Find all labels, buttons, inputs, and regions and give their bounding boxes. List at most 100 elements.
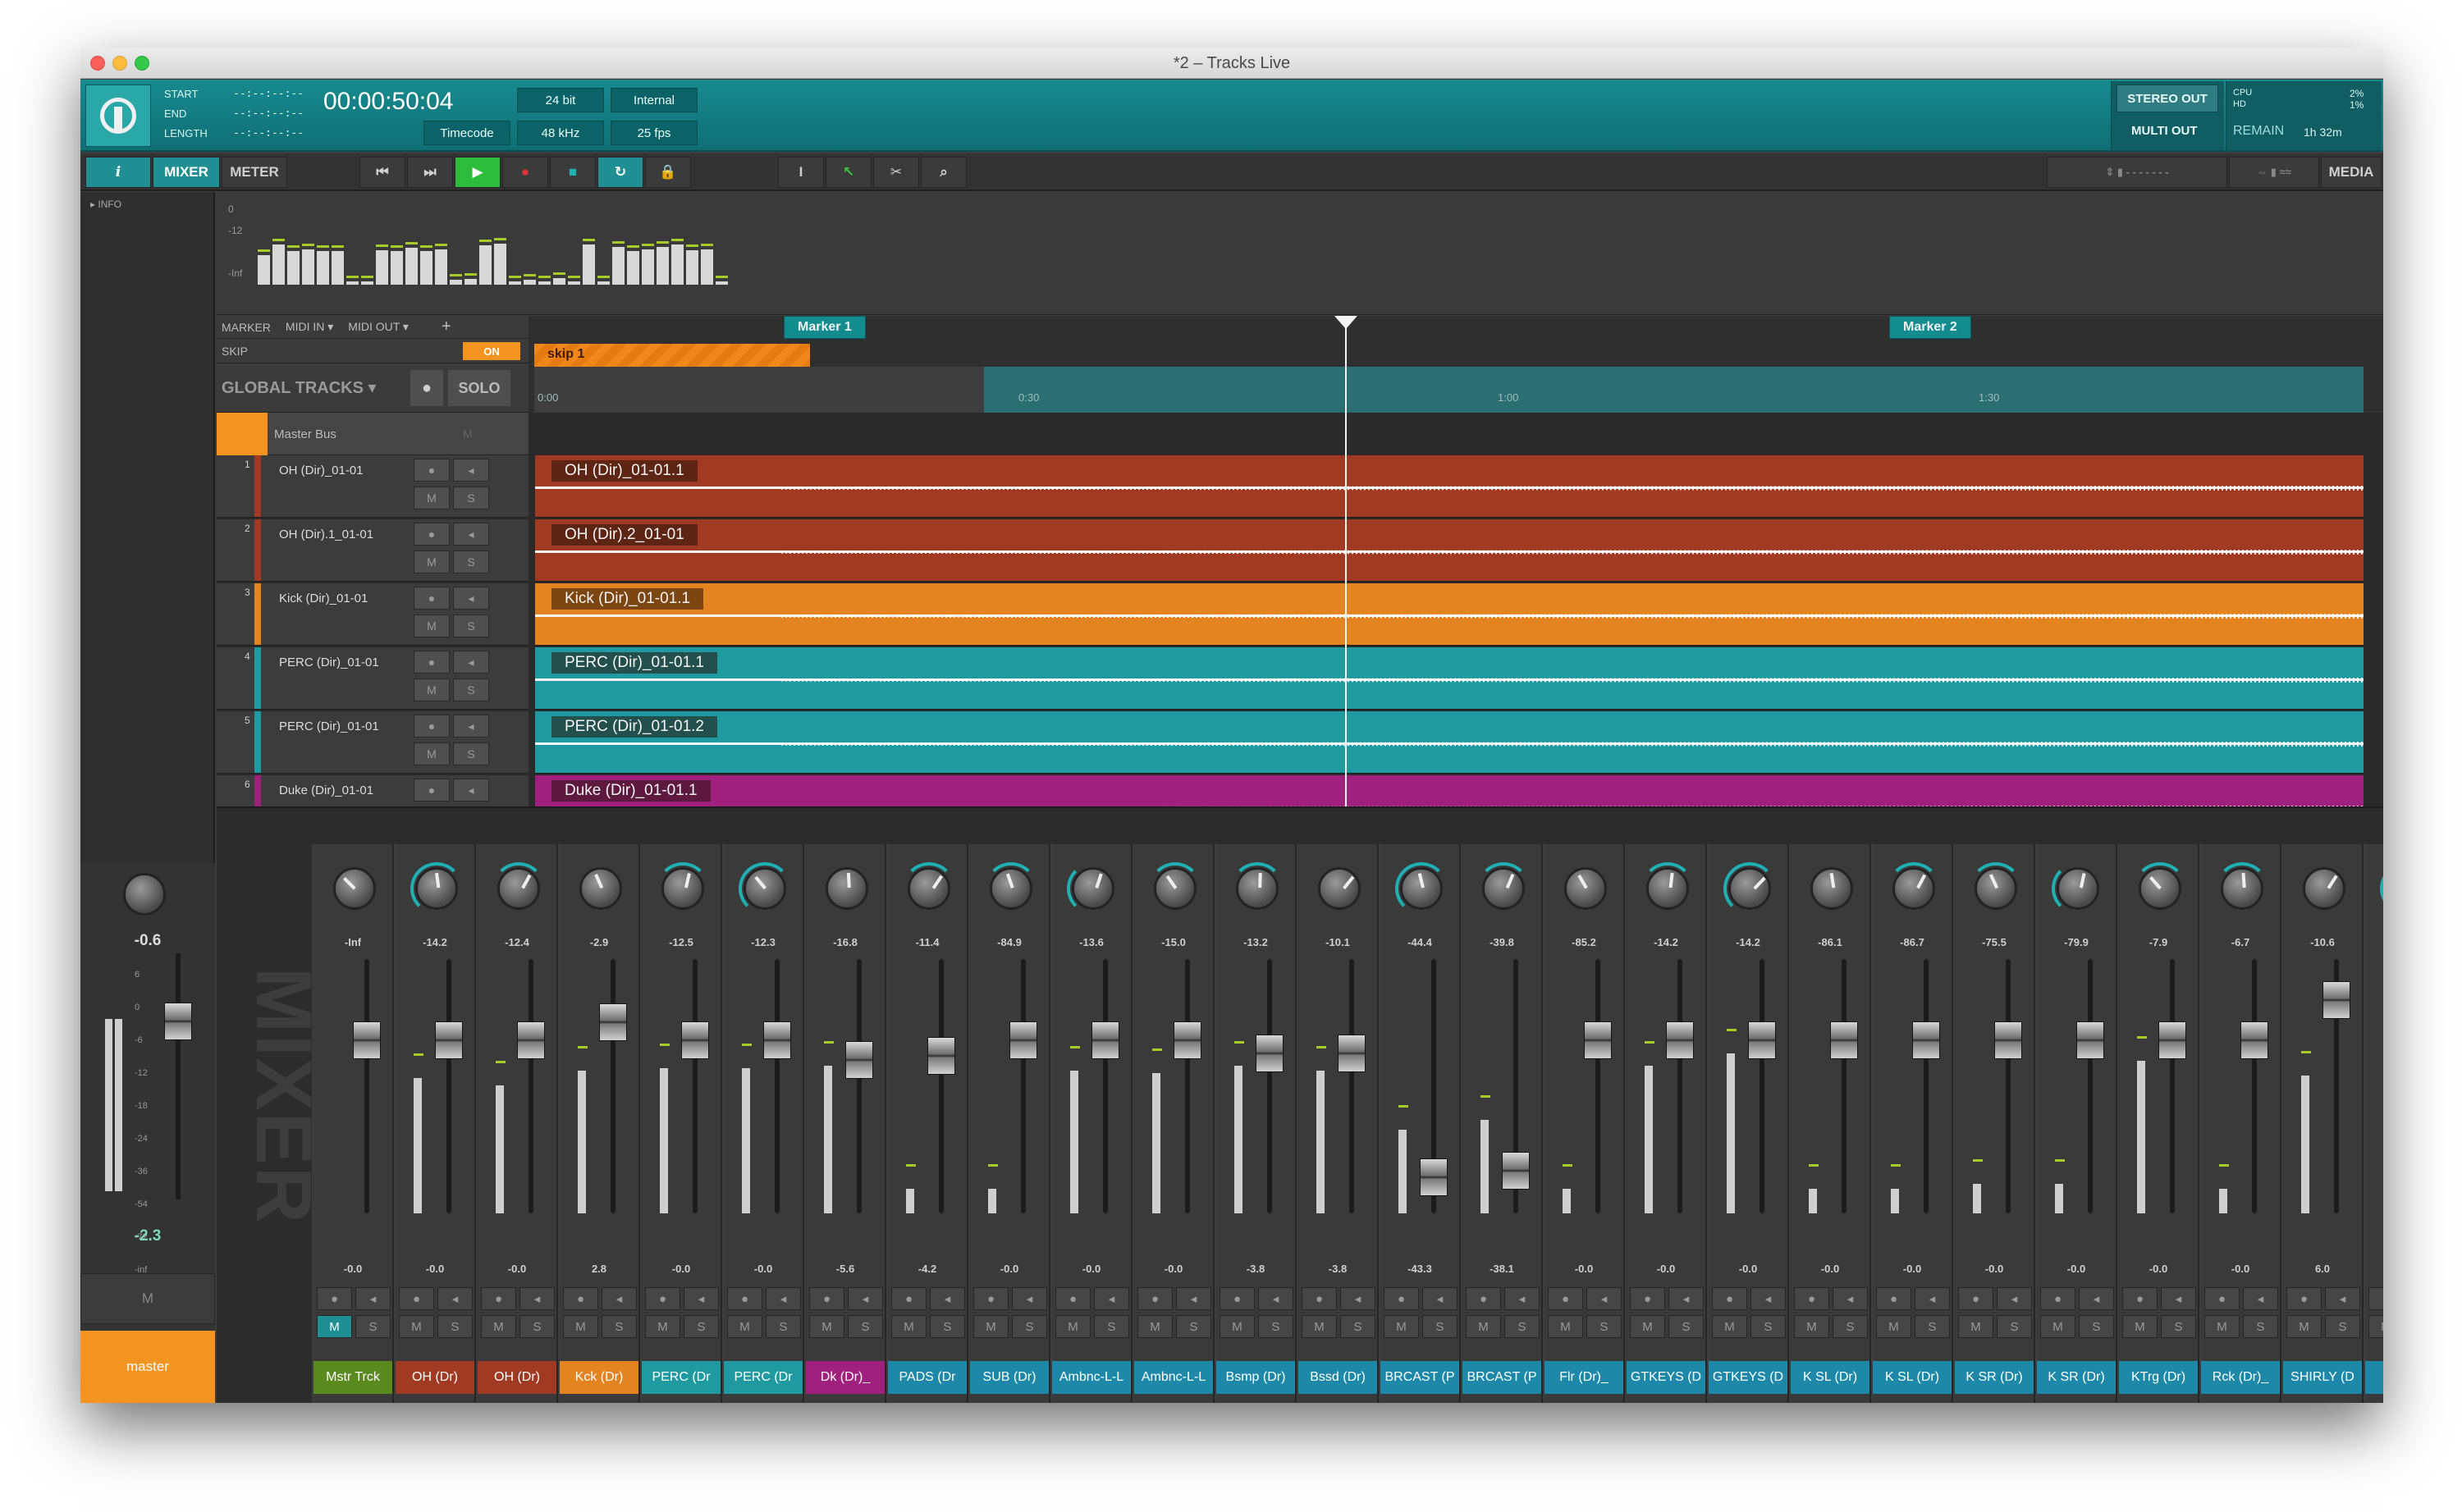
channel-fader[interactable] bbox=[353, 1021, 381, 1059]
mixer-view-button[interactable]: MIXER bbox=[153, 157, 220, 188]
channel-record-button[interactable]: ● bbox=[1384, 1287, 1419, 1310]
audio-clip[interactable]: PERC (Dir)_01-01.2 bbox=[535, 711, 2364, 774]
channel-monitor-button[interactable]: ◂ bbox=[1422, 1287, 1458, 1310]
pan-knob[interactable] bbox=[1646, 867, 1689, 910]
channel-record-button[interactable]: ● bbox=[1794, 1287, 1829, 1310]
channel-fader[interactable] bbox=[1584, 1021, 1612, 1059]
channel-name[interactable]: PERC (Dr bbox=[642, 1361, 721, 1394]
pan-knob[interactable] bbox=[1072, 867, 1114, 910]
channel-fader[interactable] bbox=[1912, 1021, 1940, 1059]
cut-tool-button[interactable]: ✂ bbox=[873, 157, 919, 188]
track-header[interactable]: 1 OH (Dir)_01-01 ● ◂ M S bbox=[217, 455, 529, 518]
channel-name[interactable]: KTrg (Dr) bbox=[2119, 1361, 2198, 1394]
global-solo-button[interactable]: SOLO bbox=[448, 370, 510, 406]
channel-fader[interactable] bbox=[1174, 1021, 1201, 1059]
channel-monitor-button[interactable]: ◂ bbox=[2325, 1287, 2360, 1310]
channel-name[interactable]: Track bbox=[2365, 1361, 2383, 1394]
channel-fader[interactable] bbox=[1256, 1034, 1284, 1072]
channel-fader[interactable] bbox=[517, 1021, 545, 1059]
channel-fader[interactable] bbox=[1748, 1021, 1776, 1059]
channel-name[interactable]: OH (Dr) bbox=[396, 1361, 474, 1394]
track-solo-button[interactable]: S bbox=[453, 678, 489, 701]
channel-mute-button[interactable]: M bbox=[1302, 1315, 1337, 1338]
channel-mute-button[interactable]: M bbox=[1958, 1315, 1993, 1338]
track-name[interactable]: PERC (Dir)_01-01 bbox=[279, 656, 379, 669]
channel-solo-button[interactable]: S bbox=[848, 1315, 883, 1338]
channel-record-button[interactable]: ● bbox=[2040, 1287, 2075, 1310]
marker-1[interactable]: Marker 1 bbox=[784, 316, 866, 339]
channel-mute-button[interactable]: M bbox=[1876, 1315, 1911, 1338]
channel-monitor-button[interactable]: ◂ bbox=[1094, 1287, 1129, 1310]
minimize-window-button[interactable] bbox=[112, 56, 127, 71]
track-monitor-button[interactable]: ◂ bbox=[453, 587, 489, 610]
pan-knob[interactable] bbox=[2057, 867, 2099, 910]
pan-knob[interactable] bbox=[1810, 867, 1853, 910]
track-record-button[interactable]: ● bbox=[414, 715, 450, 738]
timecode-button[interactable]: Timecode bbox=[423, 121, 510, 145]
channel-name[interactable]: BRCAST (P bbox=[1462, 1361, 1541, 1394]
channel-solo-button[interactable]: S bbox=[1094, 1315, 1129, 1338]
pan-knob[interactable] bbox=[826, 867, 868, 910]
track-record-button[interactable]: ● bbox=[414, 587, 450, 610]
global-record-button[interactable]: ● bbox=[410, 370, 443, 406]
channel-record-button[interactable]: ● bbox=[481, 1287, 516, 1310]
pan-knob[interactable] bbox=[1236, 867, 1279, 910]
channel-mute-button[interactable]: M bbox=[1466, 1315, 1501, 1338]
channel-solo-button[interactable]: S bbox=[2079, 1315, 2114, 1338]
channel-record-button[interactable]: ● bbox=[399, 1287, 434, 1310]
channel-name[interactable]: Rck (Dr)_ bbox=[2201, 1361, 2280, 1394]
channel-mute-button[interactable]: M bbox=[2040, 1315, 2075, 1338]
channel-name[interactable]: Kck (Dr) bbox=[560, 1361, 638, 1394]
channel-record-button[interactable]: ● bbox=[2286, 1287, 2322, 1310]
channel-monitor-button[interactable]: ◂ bbox=[519, 1287, 555, 1310]
pan-knob[interactable] bbox=[415, 867, 458, 910]
main-clock[interactable]: 00:00:50:04 bbox=[323, 88, 453, 116]
pan-knob[interactable] bbox=[497, 867, 540, 910]
stereo-out-button[interactable]: STEREO OUT bbox=[2116, 85, 2218, 112]
channel-solo-button[interactable]: S bbox=[1915, 1315, 1950, 1338]
pan-knob[interactable] bbox=[1564, 867, 1607, 910]
audio-clip[interactable]: Duke (Dir)_01-01.1 bbox=[535, 775, 2364, 806]
channel-record-button[interactable]: ● bbox=[1876, 1287, 1911, 1310]
channel-fader[interactable] bbox=[927, 1036, 955, 1075]
channel-monitor-button[interactable]: ◂ bbox=[1340, 1287, 1375, 1310]
channel-fader[interactable] bbox=[2076, 1021, 2104, 1059]
zoom-window-button[interactable] bbox=[135, 56, 149, 71]
pan-knob[interactable] bbox=[661, 867, 704, 910]
channel-fader[interactable] bbox=[1994, 1021, 2022, 1059]
track-header[interactable]: 4 PERC (Dir)_01-01 ● ◂ M S bbox=[217, 647, 529, 710]
stop-button[interactable]: ■ bbox=[550, 157, 596, 188]
bit-depth-button[interactable]: 24 bit bbox=[517, 88, 604, 112]
lock-button[interactable]: 🔒 bbox=[645, 157, 691, 188]
master-name-label[interactable]: master bbox=[80, 1331, 215, 1403]
text-tool-button[interactable]: I bbox=[778, 157, 824, 188]
pan-knob[interactable] bbox=[1728, 867, 1771, 910]
channel-monitor-button[interactable]: ◂ bbox=[355, 1287, 391, 1310]
add-marker-button[interactable]: + bbox=[442, 317, 451, 336]
channel-monitor-button[interactable]: ◂ bbox=[1915, 1287, 1950, 1310]
track-mute-button[interactable]: M bbox=[414, 486, 450, 509]
pan-knob[interactable] bbox=[2303, 867, 2345, 910]
channel-fader[interactable] bbox=[1091, 1021, 1119, 1059]
channel-record-button[interactable]: ● bbox=[973, 1287, 1009, 1310]
pan-knob[interactable] bbox=[2139, 867, 2181, 910]
channel-mute-button[interactable]: M bbox=[891, 1315, 927, 1338]
end-value[interactable]: --:--:--:-- bbox=[233, 107, 304, 120]
channel-solo-button[interactable]: S bbox=[355, 1315, 391, 1338]
channel-name[interactable]: GTKEYS (D bbox=[1709, 1361, 1787, 1394]
channel-monitor-button[interactable]: ◂ bbox=[2161, 1287, 2196, 1310]
track-mute-button[interactable]: M bbox=[414, 550, 450, 573]
marker-2[interactable]: Marker 2 bbox=[1889, 316, 1971, 339]
channel-record-button[interactable]: ● bbox=[1220, 1287, 1255, 1310]
channel-mute-button[interactable]: M bbox=[481, 1315, 516, 1338]
track-name[interactable]: OH (Dir)_01-01 bbox=[279, 464, 364, 477]
frame-rate-button[interactable]: 25 fps bbox=[611, 121, 698, 145]
rewind-button[interactable]: ⏮ bbox=[359, 157, 405, 188]
channel-mute-button[interactable]: M bbox=[727, 1315, 762, 1338]
track-monitor-button[interactable]: ◂ bbox=[453, 459, 489, 482]
channel-monitor-button[interactable]: ◂ bbox=[1833, 1287, 1868, 1310]
pan-knob[interactable] bbox=[333, 867, 376, 910]
channel-mute-button[interactable]: M bbox=[1712, 1315, 1747, 1338]
track-mute-button[interactable]: M bbox=[414, 742, 450, 765]
channel-monitor-button[interactable]: ◂ bbox=[1586, 1287, 1622, 1310]
